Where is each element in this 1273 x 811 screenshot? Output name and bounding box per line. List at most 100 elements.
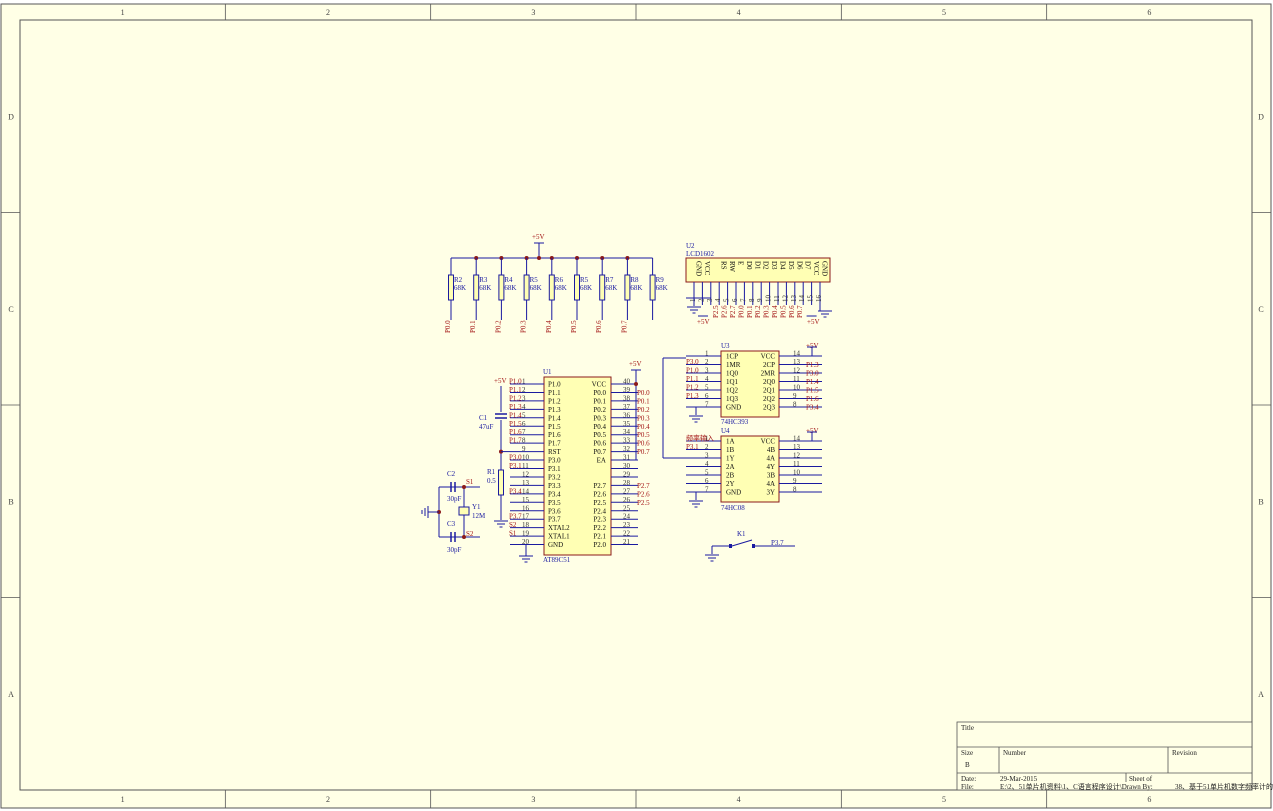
u3-net-label: P1.2	[686, 384, 699, 392]
lcd-pin-name: D6	[795, 261, 803, 270]
resistor-body	[624, 274, 631, 301]
mcu-pin-number: 38	[623, 394, 631, 402]
mcu-pin-number: 25	[623, 504, 631, 512]
lcd-pin-name: D5	[787, 261, 795, 270]
mcu-pin-number: 13	[522, 479, 530, 487]
lcd-pin-number: 4	[714, 298, 722, 302]
mcu-net-label: P0.7	[637, 448, 650, 456]
mcu-pin-name: P3.5	[548, 499, 561, 507]
mcu-net-label: P0.2	[637, 406, 650, 414]
mcu-net-label: P0.6	[637, 440, 650, 448]
lcd-pin-name: D1	[753, 261, 761, 270]
u2-part: LCD1602	[686, 250, 715, 258]
title-label: Title	[961, 724, 974, 732]
mcu-pin-name: P2.2	[593, 524, 606, 532]
mcu-pin-name: GND	[548, 541, 563, 549]
u3-pin-number: 5	[705, 384, 709, 392]
resistor-body	[473, 274, 480, 301]
mcu-pin-number: 7	[522, 428, 526, 436]
u4-pin-name: 4A	[766, 455, 775, 463]
mcu-pin-name: P0.1	[593, 397, 606, 405]
resistor-net-label: P0.7	[620, 320, 628, 333]
u1-ref: U1	[543, 368, 552, 376]
lcd-pin-name: D2	[762, 261, 770, 270]
u3-pin-number: 11	[793, 375, 800, 383]
mcu-net-label: P3.4	[509, 487, 522, 495]
mcu-pin-name: P2.5	[593, 499, 606, 507]
u3-pin-number: 2	[705, 358, 709, 366]
resistor-ref: R5	[530, 276, 539, 284]
mcu-pin-name: P3.7	[548, 516, 561, 524]
mcu-pin-name: P0.7	[593, 448, 606, 456]
u3-pin-name: 2CP	[763, 361, 775, 369]
u3-net-label: P1.3	[806, 361, 819, 369]
mcu-pin-number: 4	[522, 403, 526, 411]
mcu-net-label: P0.1	[637, 397, 650, 405]
size-value: B	[965, 761, 970, 769]
row-label-right: C	[1258, 305, 1263, 314]
resistor-ref: R5	[580, 276, 589, 284]
u3-pin-number: 7	[705, 401, 709, 409]
lcd-pin-name: RW	[728, 261, 736, 272]
mcu-pin-name: P0.2	[593, 406, 606, 414]
u3-net-label: P1.5	[806, 387, 819, 395]
resistor-value: 68K	[454, 284, 466, 292]
lcd-pin-name: E	[737, 261, 745, 265]
resistor-value: 68K	[555, 284, 567, 292]
u2-ref: U2	[686, 242, 695, 250]
u4-pin-name: 1Y	[726, 455, 735, 463]
u3-pin-number: 14	[793, 350, 801, 358]
revision-label: Revision	[1172, 749, 1197, 757]
mcu-pin-number: 34	[623, 428, 631, 436]
u4-pin-number: 14	[793, 435, 801, 443]
u3-pin-name: GND	[726, 404, 741, 412]
c2-value: 30pF	[447, 495, 462, 503]
lcd-pin-name: GND	[695, 261, 703, 276]
u3-pin-name: 1Q1	[726, 378, 739, 386]
resistor-net-label: P0.5	[570, 320, 578, 333]
u3-pin-number: 3	[705, 367, 709, 375]
lcd-net-label: P0.4	[771, 305, 779, 318]
lcd-net-label: P0.5	[779, 305, 787, 318]
row-label-right: B	[1258, 497, 1263, 506]
u2-vcc-label: +5V	[697, 318, 710, 326]
lcd-pin-name: D0	[745, 261, 753, 270]
u4-pin-name: 2B	[726, 472, 735, 480]
mcu-pin-name: P2.3	[593, 516, 606, 524]
mcu-pin-number: 12	[522, 470, 530, 478]
mcu-pin-number: 35	[623, 420, 631, 428]
u4-pin-number: 9	[793, 477, 797, 485]
file-label: File:	[961, 783, 974, 791]
mcu-pin-number: 5	[522, 411, 526, 419]
y1-value: 12M	[472, 512, 486, 520]
u4-pin-name: 1B	[726, 446, 735, 454]
resistor-body	[599, 274, 606, 301]
mcu-pin-name: P1.6	[548, 431, 561, 439]
column-label-bottom: 1	[121, 795, 125, 804]
date-value: 29-Mar-2015	[1000, 775, 1038, 783]
r1-ref: R1	[487, 468, 496, 476]
mcu-net-label: P2.6	[637, 490, 650, 498]
u4-pin-name: 2A	[726, 463, 735, 471]
mcu-pin-name: P3.6	[548, 507, 561, 515]
mcu-pin-number: 31	[623, 454, 631, 462]
junction-dot	[634, 382, 638, 386]
rarray-power-label: +5V	[532, 233, 545, 241]
resistor-value: 68K	[656, 284, 668, 292]
c1-ref: C1	[479, 414, 488, 422]
u3-pin-name: 1Q0	[726, 370, 739, 378]
mcu-pin-number: 3	[522, 394, 526, 402]
u4-pin-number: 11	[793, 460, 800, 468]
mcu-pin-number: 15	[522, 496, 530, 504]
u3-pin-number: 13	[793, 358, 801, 366]
lcd-net-label: P0.7	[796, 305, 804, 318]
mcu-pin-name: P1.3	[548, 406, 561, 414]
mcu-pin-number: 11	[522, 462, 529, 470]
mcu-pin-number: 36	[623, 411, 631, 419]
u3-pin-name: 1CP	[726, 353, 738, 361]
r1-body	[498, 469, 504, 496]
u3-pin-number: 12	[793, 367, 801, 375]
row-label-left: D	[8, 112, 14, 121]
resistor-ref: R6	[555, 276, 564, 284]
mcu-net-label: S2	[509, 521, 517, 529]
